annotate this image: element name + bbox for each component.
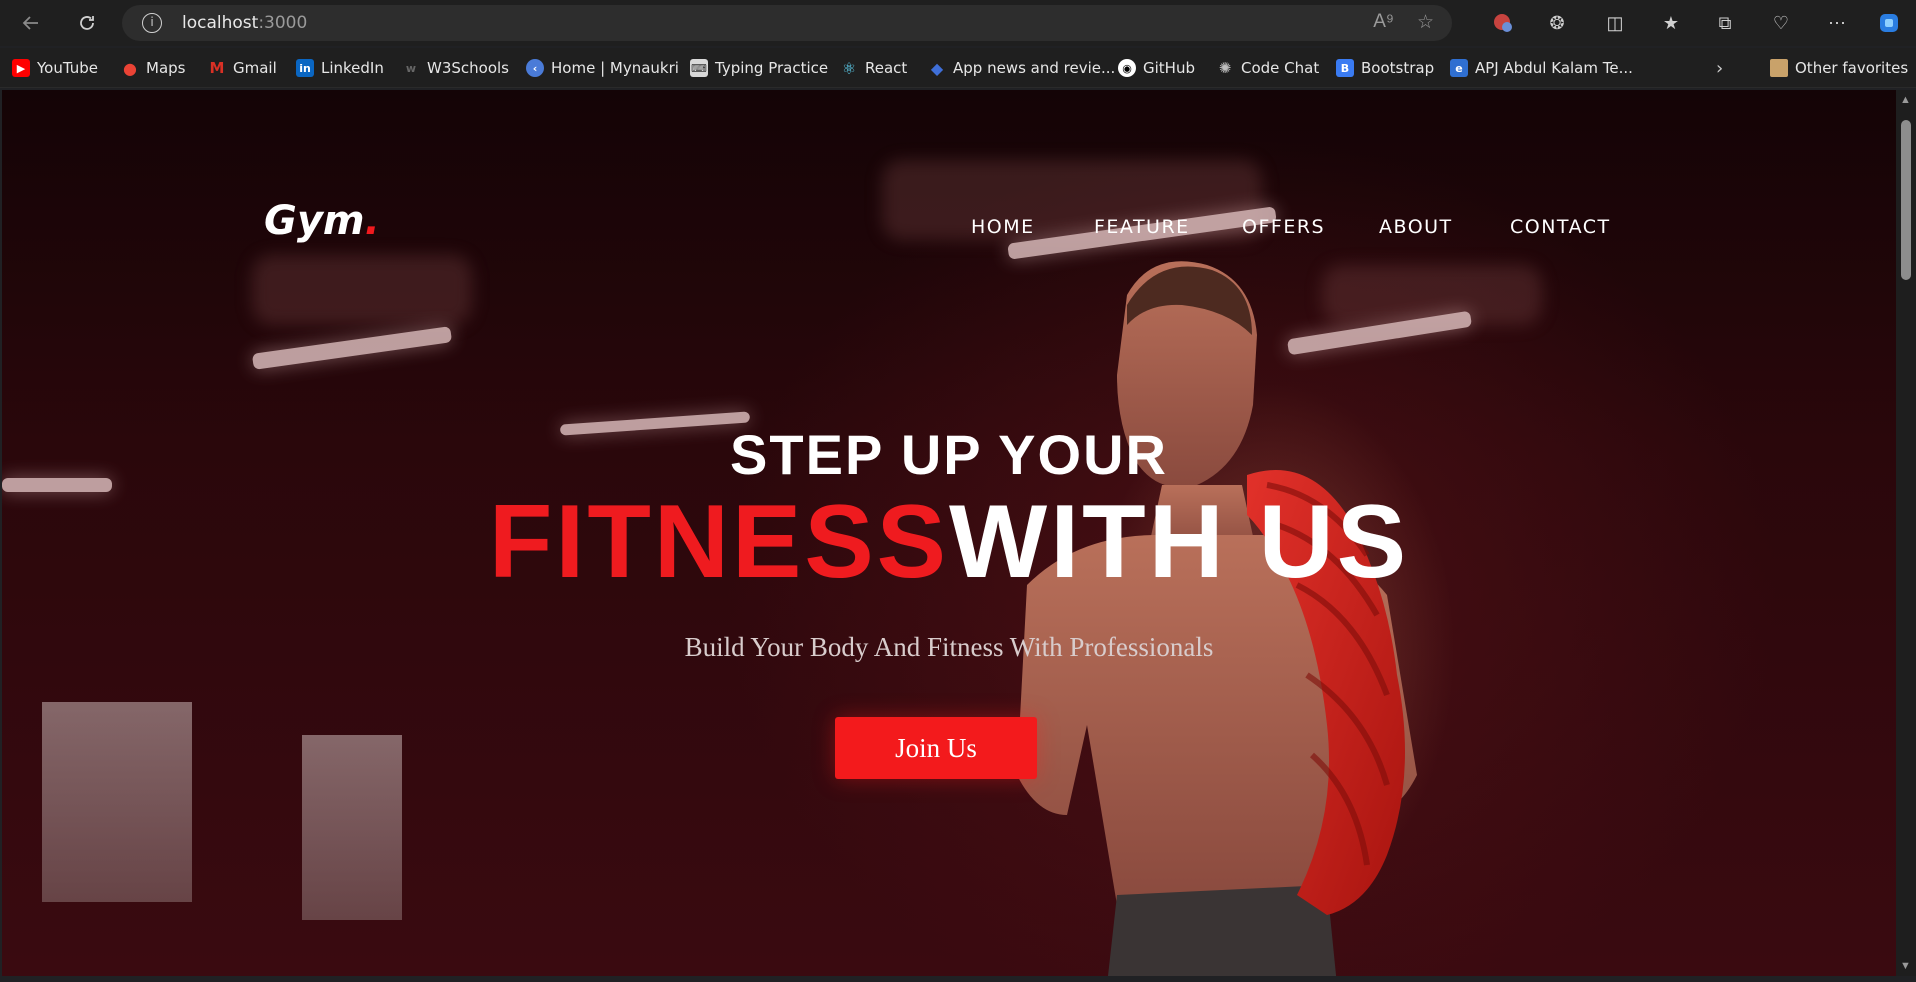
more-menu-icon[interactable]: ⋯: [1824, 10, 1850, 36]
bookmark-label: Gmail: [233, 59, 277, 77]
bookmarks-overflow-chevron-icon[interactable]: ›: [1716, 57, 1723, 79]
app-news-icon: ◆: [930, 58, 944, 78]
extension-profile-icon[interactable]: [1490, 10, 1516, 36]
nav-about[interactable]: ABOUT: [1379, 216, 1453, 238]
bookmark-other-favorites[interactable]: Other favorites: [1770, 57, 1908, 79]
extensions-puzzle-icon[interactable]: ❂: [1544, 10, 1570, 36]
url-port: :3000: [258, 13, 308, 33]
nav-home[interactable]: HOME: [971, 216, 1035, 238]
bookmark-label: App news and revie...: [953, 59, 1116, 77]
bookmark-mynaukri[interactable]: ‹ Home | Mynaukri: [526, 57, 679, 79]
bookmark-label: Other favorites: [1795, 59, 1909, 77]
bookmark-maps[interactable]: ● Maps: [121, 57, 185, 79]
bookmark-label: Bootstrap: [1361, 59, 1435, 77]
join-us-button[interactable]: Join Us: [835, 717, 1037, 779]
background-window: [302, 735, 402, 920]
bookmark-label: Code Chat: [1241, 59, 1320, 77]
ceiling-light: [251, 326, 453, 370]
bootstrap-icon: B: [1336, 59, 1354, 77]
bookmark-w3schools[interactable]: w W3Schools: [402, 57, 509, 79]
url-text[interactable]: localhost:3000: [182, 13, 307, 33]
nav-contact[interactable]: CONTACT: [1510, 216, 1611, 238]
typing-icon: ⌨: [690, 59, 708, 77]
page-scrollbar[interactable]: ▲ ▼: [1896, 90, 1916, 976]
maps-icon: ●: [123, 58, 137, 78]
hero-highlight: FITNESS: [488, 484, 950, 600]
bookmark-label: Maps: [146, 59, 186, 77]
bookmark-label: YouTube: [37, 59, 98, 77]
hero-athlete-image: [1017, 261, 1417, 976]
back-button[interactable]: [16, 8, 46, 38]
w3schools-icon: w: [405, 61, 417, 75]
bookmark-typing-practice[interactable]: ⌨ Typing Practice: [690, 57, 828, 79]
github-icon: ◉: [1118, 59, 1136, 77]
bookmark-apj[interactable]: e APJ Abdul Kalam Te...: [1450, 57, 1633, 79]
apj-icon: e: [1450, 59, 1468, 77]
read-aloud-icon[interactable]: A⁹: [1373, 11, 1394, 33]
bookmarks-bar: ▶ YouTube ● Maps M Gmail in LinkedIn w W3Scho…: [0, 48, 1916, 88]
bookmark-youtube[interactable]: ▶ YouTube: [12, 57, 98, 79]
browser-window: i localhost:3000 A⁹ ☆ ❂ ◫ ★ ⧉ ♡ ⋯ ▶ YouTu…: [0, 0, 1916, 982]
bookmark-gmail[interactable]: M Gmail: [208, 57, 277, 79]
background-blur: [252, 255, 472, 325]
hero-title-line2: FITNESSWITH US: [2, 490, 1896, 594]
browser-essentials-icon[interactable]: ♡: [1768, 10, 1794, 36]
page-viewport: Gym. HOME FEATURE OFFERS ABOUT CONTACT S…: [2, 90, 1896, 976]
bookmark-github[interactable]: ◉ GitHub: [1118, 57, 1195, 79]
bookmark-react[interactable]: ⚛ React: [840, 57, 907, 79]
back-arrow-icon: [22, 16, 38, 30]
site-logo[interactable]: Gym.: [264, 198, 380, 244]
scroll-up-arrow-icon[interactable]: ▲: [1900, 94, 1911, 106]
background-window: [42, 702, 192, 902]
bookmark-label: GitHub: [1143, 59, 1195, 77]
url-host: localhost: [182, 13, 259, 33]
bookmark-label: LinkedIn: [321, 59, 384, 77]
bookmark-label: APJ Abdul Kalam Te...: [1475, 59, 1633, 77]
hero-title-line1: STEP UP YOUR: [730, 423, 1168, 486]
folder-icon: [1770, 59, 1788, 77]
hero-title-rest: WITH US: [949, 484, 1410, 600]
bookmark-app-news[interactable]: ◆ App news and revie...: [928, 57, 1115, 79]
favorite-star-icon[interactable]: ☆: [1417, 11, 1434, 34]
split-screen-icon[interactable]: ◫: [1602, 10, 1628, 36]
bookmark-label: Typing Practice: [715, 59, 829, 77]
favorites-icon[interactable]: ★: [1658, 10, 1684, 36]
address-bar[interactable]: i localhost:3000 A⁹ ☆: [122, 5, 1452, 41]
hero-subtitle: Build Your Body And Fitness With Profess…: [684, 632, 1214, 662]
browser-toolbar: i localhost:3000 A⁹ ☆ ❂ ◫ ★ ⧉ ♡ ⋯: [0, 0, 1916, 46]
copilot-icon[interactable]: [1876, 10, 1902, 36]
code-chat-icon: ✺: [1218, 59, 1232, 77]
logo-dot: .: [364, 198, 380, 244]
reload-icon: [80, 16, 94, 30]
mynaukri-icon: ‹: [526, 59, 544, 77]
scroll-down-arrow-icon[interactable]: ▼: [1900, 960, 1911, 972]
linkedin-icon: in: [296, 59, 314, 77]
bookmark-label: W3Schools: [427, 59, 509, 77]
bookmark-linkedin[interactable]: in LinkedIn: [296, 57, 384, 79]
gmail-icon: M: [209, 59, 225, 77]
bookmark-label: React: [865, 59, 908, 77]
bookmark-bootstrap[interactable]: B Bootstrap: [1336, 57, 1434, 79]
reload-button[interactable]: [72, 8, 102, 38]
bookmark-label: Home | Mynaukri: [551, 59, 679, 77]
site-info-icon[interactable]: i: [142, 13, 162, 33]
youtube-icon: ▶: [12, 59, 30, 77]
bookmark-code-chat[interactable]: ✺ Code Chat: [1216, 57, 1320, 79]
collections-icon[interactable]: ⧉: [1712, 10, 1738, 36]
nav-offers[interactable]: OFFERS: [1242, 216, 1325, 238]
react-icon: ⚛: [841, 58, 857, 78]
logo-text: Gym: [264, 198, 365, 244]
nav-feature[interactable]: FEATURE: [1094, 216, 1190, 238]
scrollbar-thumb[interactable]: [1901, 120, 1911, 280]
